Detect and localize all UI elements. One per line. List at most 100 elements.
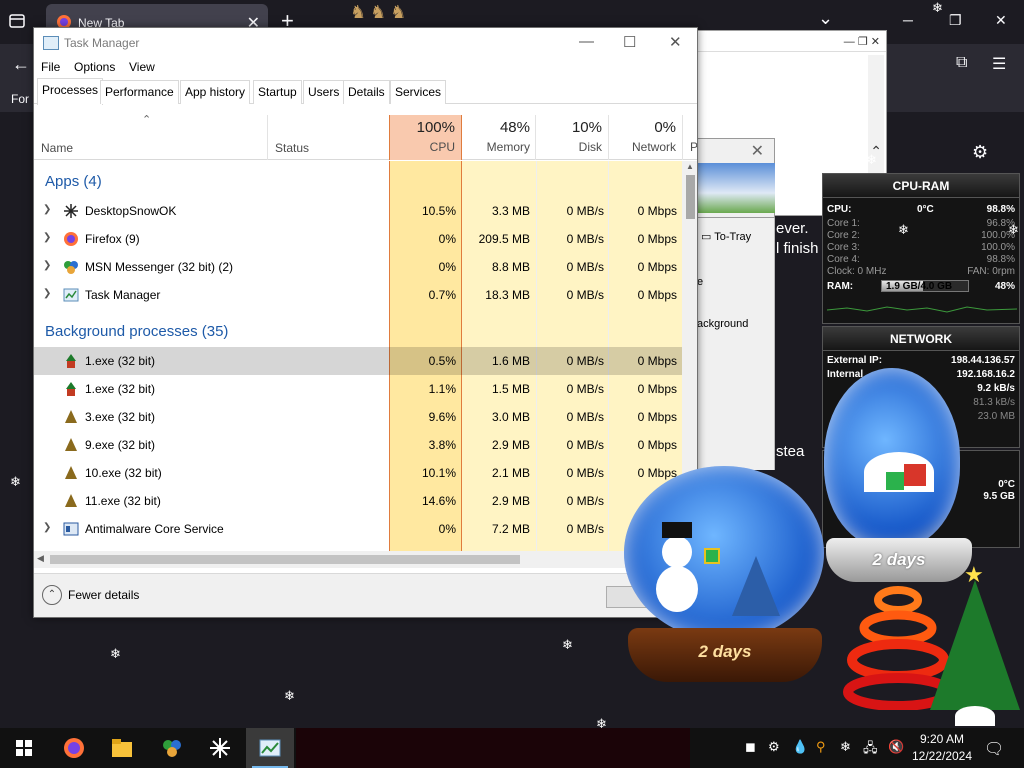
divider bbox=[682, 115, 683, 160]
menu-view[interactable]: View bbox=[129, 60, 155, 74]
group-header-background[interactable]: Background processes (35) bbox=[34, 317, 682, 345]
tab-list-icon[interactable] bbox=[8, 12, 30, 32]
network-value: 0 Mbps bbox=[637, 354, 677, 368]
column-power[interactable]: P bbox=[690, 140, 697, 154]
star-icon: ★ bbox=[964, 562, 984, 587]
table-row[interactable]: 9.exe (32 bit) 3.8% 2.9 MB 0 MB/s 0 Mbps bbox=[34, 431, 682, 459]
clock-date[interactable]: 12/22/2024 bbox=[908, 749, 976, 763]
core-line: Core 3: 100.0% bbox=[827, 242, 1015, 254]
bookmark-item[interactable]: For bbox=[11, 92, 29, 106]
water-drop-icon[interactable]: 💧 bbox=[792, 739, 808, 755]
tab-startup[interactable]: Startup bbox=[253, 80, 302, 104]
taskbar-desktopsnow[interactable] bbox=[196, 728, 244, 768]
column-memory[interactable]: 48% Memory bbox=[462, 115, 536, 160]
minimize-button[interactable]: — bbox=[579, 33, 594, 50]
tab-details[interactable]: Details bbox=[343, 80, 390, 104]
notification-icon[interactable]: 🗨 bbox=[984, 739, 1004, 759]
taskbar-firefox[interactable] bbox=[50, 728, 98, 768]
fewer-details-link[interactable]: Fewer details bbox=[68, 588, 139, 602]
search-icon[interactable]: ⚲ bbox=[816, 739, 826, 755]
network-icon[interactable]: 🖧 bbox=[863, 739, 878, 761]
tray-icon[interactable]: ◼ bbox=[745, 739, 756, 755]
table-row[interactable]: ❯ Antimalware Core Service 0% 7.2 MB 0 M… bbox=[34, 515, 682, 543]
disk-value: 0 MB/s bbox=[566, 260, 604, 274]
snowflake-icon[interactable]: ❄ bbox=[840, 739, 851, 755]
tab-list-chevron-icon[interactable]: ⌄ bbox=[818, 8, 833, 29]
close-icon[interactable]: ✕ bbox=[751, 141, 764, 161]
menu-file[interactable]: File bbox=[41, 60, 60, 74]
column-cpu[interactable]: 100% CPU bbox=[389, 115, 462, 160]
gear-icon[interactable]: ⚙ bbox=[972, 142, 988, 163]
table-row[interactable]: 1.exe (32 bit) 0.5% 1.6 MB 0 MB/s 0 Mbps bbox=[34, 347, 682, 375]
cpu-line: CPU: 0°C 98.8% bbox=[827, 204, 1015, 216]
taskbar-file-explorer[interactable] bbox=[98, 728, 146, 768]
divider bbox=[267, 115, 268, 160]
background-text: ackground bbox=[697, 318, 749, 330]
start-button[interactable] bbox=[0, 728, 48, 768]
chevron-up-icon[interactable]: ⌃ bbox=[42, 585, 62, 605]
maximize-button[interactable]: ☐ bbox=[623, 33, 636, 51]
menu-hamburger-icon[interactable]: ☰ bbox=[992, 54, 1006, 74]
tab-services[interactable]: Services bbox=[390, 80, 447, 104]
disk-value: 0 MB/s bbox=[566, 438, 604, 452]
column-status[interactable]: Status bbox=[275, 141, 309, 155]
tray-icon[interactable]: ⚙ bbox=[768, 739, 780, 755]
table-row[interactable]: 10.exe (32 bit) 10.1% 2.1 MB 0 MB/s 0 Mb… bbox=[34, 459, 682, 487]
scroll-thumb[interactable] bbox=[50, 555, 520, 564]
close-icon[interactable]: — ❐ ✕ bbox=[844, 35, 880, 48]
memory-value: 1.5 MB bbox=[491, 382, 530, 396]
scroll-thumb[interactable] bbox=[686, 175, 695, 219]
table-row[interactable]: ❯ Firefox (9) 0% 209.5 MB 0 MB/s 0 Mbps bbox=[34, 225, 682, 253]
taskbar-task-manager[interactable] bbox=[246, 728, 294, 768]
disk-value: 0 MB/s bbox=[566, 410, 604, 424]
cpu-value: 0% bbox=[438, 232, 456, 246]
cpu-value: 0% bbox=[438, 260, 456, 274]
tab-performance[interactable]: Performance bbox=[100, 80, 179, 104]
menu-options[interactable]: Options bbox=[74, 60, 115, 74]
scroll-left-icon[interactable]: ◀ bbox=[37, 553, 44, 564]
disk-total: 10% bbox=[571, 119, 602, 136]
cpu-value: 1.1% bbox=[428, 382, 456, 396]
messenger-icon bbox=[63, 259, 79, 275]
chevron-right-icon[interactable]: ❯ bbox=[43, 204, 51, 215]
cpu-label: CPU bbox=[429, 140, 455, 154]
tab-processes[interactable]: Processes bbox=[37, 78, 104, 105]
chevron-right-icon[interactable]: ❯ bbox=[43, 232, 51, 243]
extensions-icon[interactable]: ⧉ bbox=[956, 54, 967, 72]
horizontal-scrollbar[interactable]: ◀ bbox=[34, 551, 682, 568]
taskbar-messenger[interactable] bbox=[148, 728, 196, 768]
network-value: 0 Mbps bbox=[637, 382, 677, 396]
close-button[interactable]: ✕ bbox=[669, 33, 682, 51]
table-row[interactable]: 3.exe (32 bit) 9.6% 3.0 MB 0 MB/s 0 Mbps bbox=[34, 403, 682, 431]
column-name[interactable]: Name bbox=[41, 141, 73, 155]
chevron-right-icon[interactable]: ❯ bbox=[43, 522, 51, 533]
close-window-button[interactable]: ✕ bbox=[995, 12, 1007, 29]
table-row[interactable]: 1.exe (32 bit) 1.1% 1.5 MB 0 MB/s 0 Mbps bbox=[34, 375, 682, 403]
gadget-title: NETWORK bbox=[890, 332, 952, 346]
chevron-right-icon[interactable]: ❯ bbox=[43, 260, 51, 271]
clock-time[interactable]: 9:20 AM bbox=[912, 732, 972, 746]
background-dialog: ✕ bbox=[697, 138, 775, 218]
tab-app-history[interactable]: App history bbox=[180, 80, 251, 104]
column-disk[interactable]: 10% Disk bbox=[536, 115, 608, 160]
snowman-head bbox=[662, 536, 692, 568]
group-header-apps[interactable]: Apps (4) bbox=[34, 167, 682, 195]
column-network[interactable]: 0% Network bbox=[609, 115, 682, 160]
table-row[interactable]: ❯ Task Manager 0.7% 18.3 MB 0 MB/s 0 Mbp… bbox=[34, 281, 682, 309]
to-tray-button[interactable]: ▭ To-Tray bbox=[701, 230, 751, 243]
volume-icon[interactable]: 🔇 bbox=[888, 739, 904, 755]
table-row[interactable]: ❯ MSN Messenger (32 bit) (2) 0% 8.8 MB 0… bbox=[34, 253, 682, 281]
restore-button[interactable]: ❐ bbox=[949, 12, 962, 29]
windows-icon bbox=[16, 740, 32, 756]
scroll-up-icon[interactable]: ▲ bbox=[686, 162, 694, 171]
background-text: l finish bbox=[776, 240, 819, 257]
back-arrow-icon[interactable]: ← bbox=[12, 54, 30, 75]
cpu-total: 98.8% bbox=[986, 204, 1015, 215]
tab-users[interactable]: Users bbox=[303, 80, 345, 104]
table-row[interactable]: ❯ DesktopSnowOK 10.5% 3.3 MB 0 MB/s 0 Mb… bbox=[34, 197, 682, 225]
minimize-button[interactable]: ─ bbox=[903, 12, 913, 28]
gift-icon bbox=[704, 548, 720, 564]
chevron-right-icon[interactable]: ❯ bbox=[43, 288, 51, 299]
table-row[interactable]: 11.exe (32 bit) 14.6% 2.9 MB 0 MB/s 0 bbox=[34, 487, 682, 515]
title-bar[interactable]: Task Manager — ☐ ✕ bbox=[34, 28, 697, 58]
